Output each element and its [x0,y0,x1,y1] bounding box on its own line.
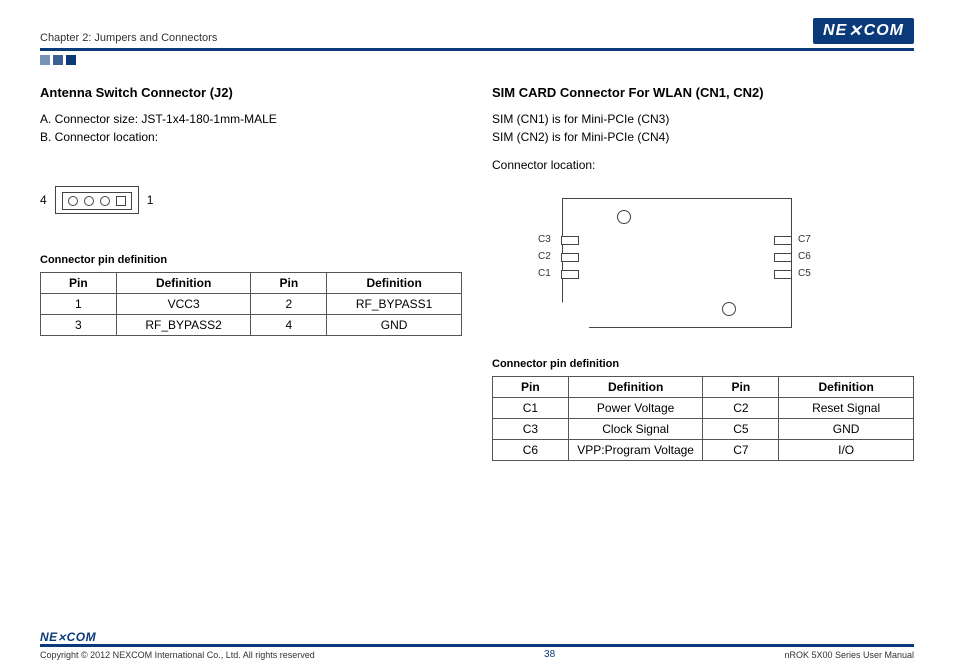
label-c7: C7 [798,234,811,245]
cell: Clock Signal [568,419,703,440]
j2-pin1-label: 1 [147,193,154,207]
manual-name: nROK 5X00 Series User Manual [784,650,914,660]
j2-pin4-label: 4 [40,193,47,207]
sim-pad-c6 [774,253,792,262]
cell: C3 [493,419,569,440]
cell: C7 [703,440,779,461]
cell: Reset Signal [779,398,914,419]
footer-divider [40,644,914,647]
sim-table-title: Connector pin definition [492,358,914,370]
footer-x-icon: ✕ [58,633,67,644]
cell: VCC3 [116,294,251,315]
table-row: 1 VCC3 2 RF_BYPASS1 [41,294,462,315]
cell: C6 [493,440,569,461]
logo-text-right: COM [864,22,904,40]
sim-connector-diagram: C3 C2 C1 C7 C6 C5 [532,198,822,328]
j2-table-title: Connector pin definition [40,254,462,266]
table-header: Pin Definition Pin Definition [41,273,462,294]
col-pin: Pin [493,377,569,398]
page-number: 38 [315,649,785,660]
footer-logo: NE✕COM [40,630,914,644]
cell: C2 [703,398,779,419]
logo-x-icon: ✕ [848,21,862,41]
j2-outer-frame [55,186,139,214]
label-c2: C2 [538,251,551,262]
cell: VPP:Program Voltage [568,440,703,461]
cell: C5 [703,419,779,440]
cell: Power Voltage [568,398,703,419]
j2-connector-diagram: 4 1 [40,186,462,214]
j2-description: A. Connector size: JST-1x4-180-1mm-MALE … [40,110,462,146]
header-divider [40,48,914,51]
footer-logo-left: NE [40,630,58,644]
label-c5: C5 [798,268,811,279]
sim-line3: Connector location: [492,156,914,174]
col-pin2: Pin [251,273,327,294]
cell: GND [779,419,914,440]
col-pin: Pin [41,273,117,294]
copyright-text: Copyright © 2012 NEXCOM International Co… [40,650,315,660]
cell: 3 [41,315,117,336]
cell: RF_BYPASS2 [116,315,251,336]
right-column: SIM CARD Connector For WLAN (CN1, CN2) S… [492,85,914,461]
j2-hole-1 [116,196,126,206]
j2-line-b: B. Connector location: [40,128,462,146]
j2-heading: Antenna Switch Connector (J2) [40,85,462,100]
cell: 2 [251,294,327,315]
chapter-title: Chapter 2: Jumpers and Connectors [40,32,217,44]
sim-description: SIM (CN1) is for Mini-PCIe (CN3) SIM (CN… [492,110,914,174]
col-pin2: Pin [703,377,779,398]
sim-pad-c1 [561,270,579,279]
table-row: C6 VPP:Program Voltage C7 I/O [493,440,914,461]
cell: GND [327,315,462,336]
j2-inner-frame [62,192,132,210]
j2-hole-3 [84,196,94,206]
footer-logo-right: COM [67,630,97,644]
table-row: C3 Clock Signal C5 GND [493,419,914,440]
col-def: Definition [116,273,251,294]
cell: C1 [493,398,569,419]
sim-pad-c2 [561,253,579,262]
logo-text-left: NE [823,22,847,40]
cell: I/O [779,440,914,461]
sim-pin-table: Pin Definition Pin Definition C1 Power V… [492,376,914,461]
cell: RF_BYPASS1 [327,294,462,315]
page-footer: NE✕COM Copyright © 2012 NEXCOM Internati… [40,630,914,660]
j2-line-a: A. Connector size: JST-1x4-180-1mm-MALE [40,110,462,128]
j2-hole-4 [68,196,78,206]
j2-pin-table: Pin Definition Pin Definition 1 VCC3 2 R… [40,272,462,336]
label-c6: C6 [798,251,811,262]
sim-circle-bottom [722,302,736,316]
col-def2: Definition [327,273,462,294]
label-c1: C1 [538,268,551,279]
col-def2: Definition [779,377,914,398]
table-row: 3 RF_BYPASS2 4 GND [41,315,462,336]
sim-body-outline [562,198,792,328]
sim-circle-top [617,210,631,224]
label-c3: C3 [538,234,551,245]
sim-pad-c3 [561,236,579,245]
sim-line1: SIM (CN1) is for Mini-PCIe (CN3) [492,110,914,128]
table-row: C1 Power Voltage C2 Reset Signal [493,398,914,419]
cell: 1 [41,294,117,315]
decorative-squares-icon [40,55,914,65]
left-column: Antenna Switch Connector (J2) A. Connect… [40,85,462,461]
sim-pad-c7 [774,236,792,245]
sim-heading: SIM CARD Connector For WLAN (CN1, CN2) [492,85,914,100]
j2-hole-2 [100,196,110,206]
nexcom-logo: NE ✕ COM [813,18,914,44]
sim-pad-c5 [774,270,792,279]
cell: 4 [251,315,327,336]
table-header: Pin Definition Pin Definition [493,377,914,398]
col-def: Definition [568,377,703,398]
sim-line2: SIM (CN2) is for Mini-PCIe (CN4) [492,128,914,146]
